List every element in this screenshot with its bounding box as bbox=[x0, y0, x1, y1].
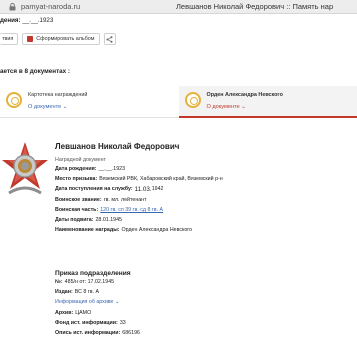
unit-order: Приказ подразделения №: 485/н от: 17.02.1… bbox=[55, 270, 355, 340]
form-album-button[interactable]: Сформировать альбом bbox=[22, 33, 100, 45]
mentions-heading: ается в 8 документах : bbox=[0, 68, 71, 75]
order-row: №: 485/н от: 17.02.1945 bbox=[55, 279, 115, 285]
record-row: Дата рождения: __.__.1923 bbox=[55, 166, 126, 172]
card-order-nevsky[interactable]: Орден Александра Невского О документе ⌄ bbox=[178, 86, 357, 118]
medal-icon bbox=[184, 92, 201, 108]
lock-icon bbox=[9, 3, 16, 11]
share-button[interactable] bbox=[103, 33, 116, 45]
record-row: Место призыва: Вяземский РВК, Хабаровский… bbox=[55, 176, 223, 183]
header-birth-date: дения: __.__.1923 bbox=[0, 17, 53, 24]
medal-icon bbox=[6, 92, 22, 108]
page-tab-title: Левшанов Николай Федорович :: Память нар bbox=[176, 2, 334, 11]
document-type: Наградной документ bbox=[55, 157, 106, 163]
record-row: Воинская часть: 120 гв. сп 39 гв. сд 8 гв… bbox=[55, 207, 355, 217]
record-row: Наименование награды: Орден Александра Не… bbox=[55, 227, 193, 234]
chevron-down-icon: ⌄ bbox=[114, 299, 120, 306]
birth-label: дения: bbox=[0, 17, 21, 24]
archive-row: Опись ист. информации: 686196 bbox=[55, 329, 140, 336]
url-text[interactable]: pamyat-naroda.ru bbox=[21, 2, 80, 11]
toolbar: твия Сформировать альбом bbox=[0, 33, 116, 45]
military-unit-link[interactable]: 120 гв. сп 39 гв. сд 8 гв. А bbox=[100, 207, 163, 217]
order-row: Издан: ВС 8 гв. А bbox=[55, 289, 100, 296]
record-row: Воинское звание: гв. мл. лейтенант bbox=[55, 196, 147, 203]
chevron-down-icon: ⌄ bbox=[241, 104, 246, 110]
print-button-label: твия bbox=[2, 36, 14, 42]
order-heading: Приказ подразделения bbox=[55, 270, 131, 277]
form-album-label: Сформировать альбом bbox=[36, 36, 95, 42]
order-alexander-nevsky-image bbox=[2, 142, 48, 195]
share-icon bbox=[106, 35, 113, 43]
archive-info-link[interactable]: Информация об архиве ⌄ bbox=[55, 299, 355, 309]
record-row: Даты подвига: 28.01.1945 bbox=[55, 216, 122, 223]
about-document-link[interactable]: О документе ⌄ bbox=[28, 104, 87, 110]
card-awards-index[interactable]: Картотека награждений О документе ⌄ bbox=[0, 86, 179, 118]
card-title: Орден Александра Невского bbox=[206, 92, 283, 98]
about-document-link[interactable]: О документе ⌄ bbox=[207, 104, 283, 110]
pdf-icon bbox=[27, 36, 34, 42]
record-row: Дата поступления на службу: 11.03. 1942 bbox=[55, 186, 164, 194]
award-record: Левшанов Николай Федорович Наградной док… bbox=[55, 142, 355, 237]
document-cards: Картотека награждений О документе ⌄ Орде… bbox=[0, 86, 357, 118]
archive-row: Архив: ЦАМО bbox=[55, 309, 92, 316]
print-button[interactable]: твия bbox=[0, 33, 19, 45]
chevron-down-icon: ⌄ bbox=[62, 104, 68, 110]
person-name: Левшанов Николай Федорович bbox=[55, 142, 180, 151]
birth-value: __.__.1923 bbox=[22, 17, 54, 24]
archive-row: Фонд ист. информации: 33 bbox=[55, 319, 126, 326]
card-title: Картотека награждений bbox=[28, 92, 88, 98]
